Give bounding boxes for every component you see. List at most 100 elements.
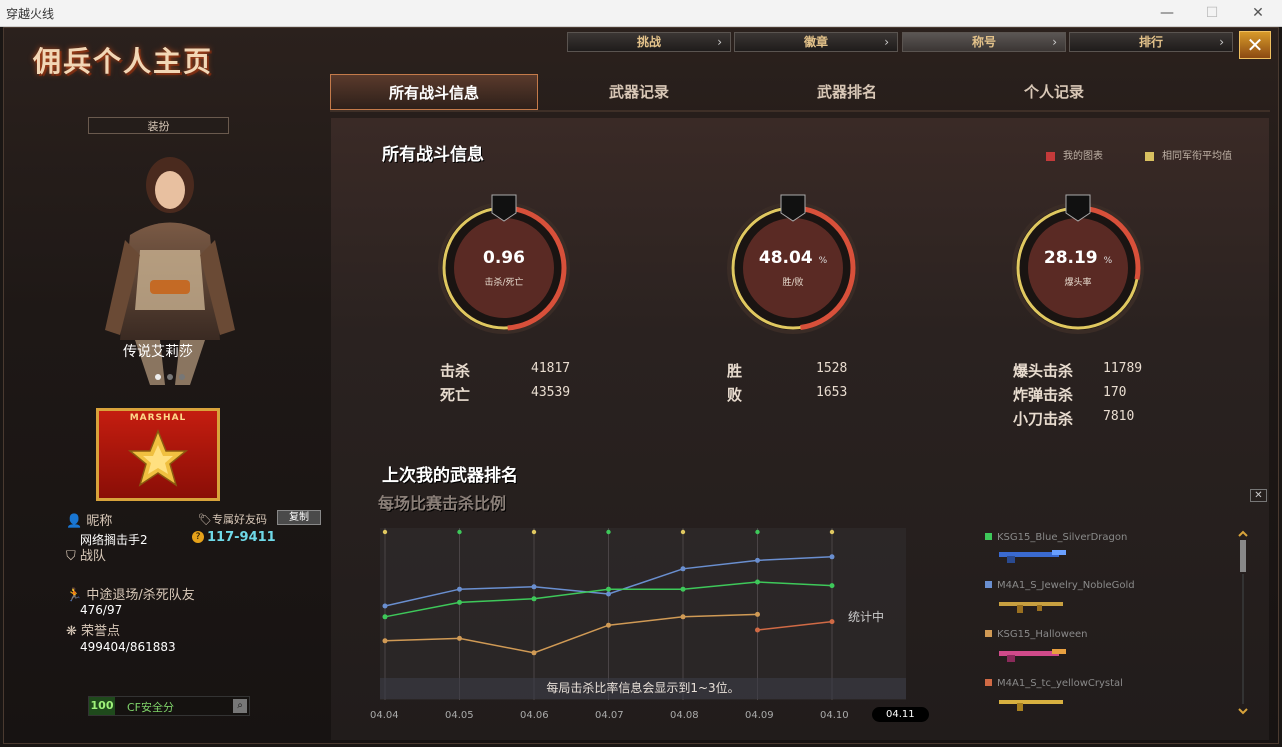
x-tick-label: 04.06 [520,710,549,721]
gauge-headshot-value: 28.19 % [1003,248,1153,268]
x-tick-label: 04.04 [370,710,399,721]
window-title: 穿越火线 [6,7,55,21]
tag-icon: 🏷 [198,513,212,526]
gauge-kd: 0.96 击杀/死亡 [429,193,579,343]
nickname-label-text: 昵称 [86,514,113,529]
gauge-value-text: 48.04 [758,248,813,268]
stat-label: 爆头击杀 [1013,362,1074,380]
friend-code: 117-9411 [207,530,276,545]
gauge-ring [727,194,859,334]
tab-divider [330,110,1270,112]
tab-weapon-ranking[interactable]: 武器排名 [743,74,951,110]
team-label-text: 战队 [79,549,106,564]
nickname-label: 👤 昵称 [66,510,112,529]
leaf-icon: ❋ [66,624,77,639]
stat-value: 170 [1103,385,1127,400]
window-close-button[interactable]: ✕ [1243,3,1273,23]
honor-label: ❋ 荣誉点 [66,620,120,639]
window-titlebar: 穿越火线 — ☐ ✕ [0,0,1282,27]
stat-value: 7810 [1103,409,1135,424]
top-marker [457,529,462,535]
shotgun-icon [999,550,1066,563]
nav-title[interactable]: 称号 › [902,32,1066,52]
rank-name: MARSHAL [129,413,187,423]
minimize-button[interactable]: — [1152,3,1182,23]
weapon-legend-item[interactable]: KSG15_Halloween [985,629,1088,640]
weapon-legend-item[interactable]: M4A1_S_tc_yellowCrystal [985,678,1123,689]
legend-average: 相同军衔平均值 [1145,147,1232,162]
nav-label: 称号 [971,35,996,49]
nav-challenge[interactable]: 挑战 › [567,32,731,52]
close-icon[interactable]: ✕ [1239,31,1271,59]
nav-ranking[interactable]: 排行 › [1069,32,1233,52]
team-label: ⛉ 战队 [66,545,106,564]
gauge-face [1028,218,1128,318]
weapon-name: KSG15_Blue_SilverDragon [997,532,1128,543]
chevron-right-icon: › [1052,35,1057,49]
rank-star-icon [127,428,189,487]
x-tick-label[interactable]: 04.11 [872,707,929,722]
chevron-right-icon: › [884,35,889,49]
character-name: 传说艾莉莎 [123,344,193,360]
gauge-ring [1012,194,1144,334]
gauge-value-text: 28.19 [1043,248,1098,268]
gauge-unit: % [1103,256,1113,266]
carousel-dot[interactable] [167,374,173,380]
carousel-dot[interactable] [155,374,161,380]
tab-weapon-record[interactable]: 武器记录 [535,74,743,110]
legend-mine: 我的图表 [1046,147,1103,162]
kill-ratio-chart [380,528,906,700]
stat-value: 43539 [531,385,571,400]
quit-label-text: 中途退场/杀死队友 [86,588,195,603]
tab-all-battle-info[interactable]: 所有战斗信息 [330,74,538,110]
chevron-right-icon: › [1219,35,1224,49]
tab-personal-record[interactable]: 个人记录 [950,74,1158,110]
shotgun-icon [999,649,1066,662]
runner-icon: 🏃 [66,588,83,603]
stat-value: 41817 [531,361,571,376]
stat-label: 胜 [727,362,743,380]
safety-score-value: 100 [89,697,115,715]
stat-value: 1528 [816,361,848,376]
legend-swatch [985,533,992,540]
x-tick-label: 04.05 [445,710,474,721]
weapon-legend-item[interactable]: M4A1_S_Jewelry_NobleGold [985,580,1135,591]
team-icon: ⛉ [66,549,76,564]
legend-swatch [985,679,992,686]
top-marker [606,529,611,535]
gauge-ring [438,194,570,334]
carousel-dots[interactable] [152,365,188,384]
close-icon[interactable]: ✕ [1250,489,1267,502]
weapon-name: KSG15_Halloween [997,629,1088,640]
chevron-right-icon: › [717,35,722,49]
safety-score-label: CF安全分 [127,701,175,714]
nav-label: 徽章 [803,35,828,49]
gauge-value-text: 0.96 [483,248,525,268]
carousel-dot[interactable] [179,374,185,380]
stat-label: 小刀击杀 [1013,410,1074,428]
x-tick-label: 04.08 [670,710,699,721]
friend-code-label-text: 专属好友码 [211,513,267,526]
legend-mine-text: 我的图表 [1063,151,1103,162]
quit-kill-value: 476/97 [80,603,123,617]
gauge-headshot: 28.19 % 爆头率 [1003,193,1153,343]
honor-label-text: 荣誉点 [81,624,121,639]
legend-swatch [1145,151,1154,161]
stat-label: 炸弹击杀 [1013,386,1074,404]
page-title: 佣兵个人主页 [33,45,214,78]
question-icon[interactable]: ? [192,531,204,543]
dress-button[interactable]: 装扮 [88,117,229,134]
maximize-button[interactable]: ☐ [1197,3,1227,23]
stat-value: 11789 [1103,361,1143,376]
legend-swatch [1046,151,1055,161]
chart-subtitle: 每场比赛击杀比例 [378,494,507,513]
gauge-winrate: 48.04 % 胜/败 [718,193,868,343]
weapon-name: M4A1_S_tc_yellowCrystal [997,678,1123,689]
weapon-list-scrollbar[interactable] [1238,530,1248,715]
gauge-face [743,218,843,318]
top-marker [382,529,388,535]
nav-badge[interactable]: 徽章 › [734,32,898,52]
copy-button[interactable]: 复制 [277,510,321,525]
search-icon[interactable]: ⌕ [233,699,247,713]
weapon-legend-item[interactable]: KSG15_Blue_SilverDragon [985,532,1127,543]
